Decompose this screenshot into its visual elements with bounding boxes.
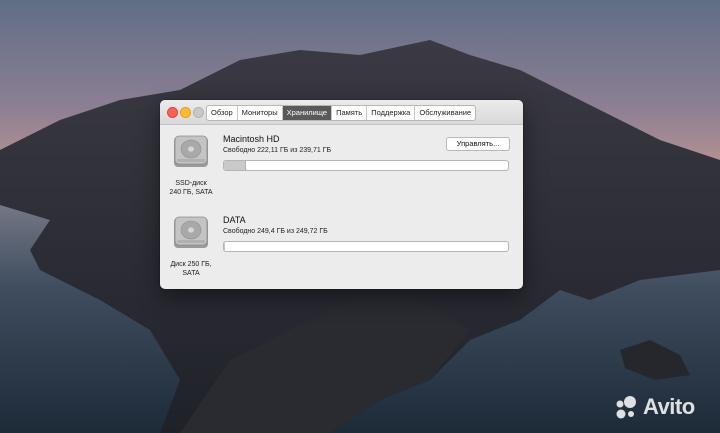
avito-watermark: Avito — [612, 392, 695, 422]
volume-free-space: Свободно 249,4 ГБ из 249,72 ГБ — [223, 228, 328, 235]
volume-free-space: Свободно 222,11 ГБ из 239,71 ГБ — [223, 147, 332, 154]
disk-size-label: SATA — [182, 270, 200, 277]
disk-size-label: 240 ГБ, SATA — [169, 189, 213, 196]
storage-pane: SSD-диск 240 ГБ, SATA Macintosh HD Свобо… — [160, 125, 523, 289]
avito-logo-icon — [616, 396, 636, 419]
ssd-drive-icon — [174, 135, 208, 167]
title-bar: Обзор Мониторы Хранилище Память Поддержк… — [160, 100, 523, 125]
volume-name-macintosh-hd: Macintosh HD — [223, 134, 280, 144]
disk-caption-ssd: SSD-диск 240 ГБ, SATA — [161, 179, 221, 197]
volume-name-data: DATA — [223, 215, 246, 225]
tab-memory[interactable]: Память — [332, 106, 368, 120]
storage-usage-bar-data — [223, 241, 509, 252]
about-this-mac-window: Обзор Мониторы Хранилище Память Поддержк… — [160, 100, 523, 289]
avito-logo-text: Avito — [643, 394, 695, 419]
tab-bar: Обзор Мониторы Хранилище Память Поддержк… — [206, 105, 477, 121]
tab-service[interactable]: Обслуживание — [415, 106, 475, 120]
tab-displays[interactable]: Мониторы — [238, 106, 283, 120]
storage-usage-bar-macintosh-hd — [223, 160, 509, 171]
tab-support[interactable]: Поддержка — [367, 106, 416, 120]
close-window-button[interactable] — [167, 107, 178, 118]
tab-overview[interactable]: Обзор — [207, 106, 238, 120]
zoom-window-button[interactable] — [193, 107, 204, 118]
hard-drive-icon — [174, 216, 208, 248]
storage-used-segment — [224, 161, 246, 170]
disk-type-label: SSD-диск — [175, 180, 207, 187]
disk-caption-hdd: Диск 250 ГБ, SATA — [161, 260, 221, 278]
tab-storage[interactable]: Хранилище — [282, 106, 333, 120]
disk-type-label: Диск 250 ГБ, — [170, 261, 212, 268]
minimize-window-button[interactable] — [180, 107, 191, 118]
manage-button[interactable]: Управлять... — [446, 137, 510, 151]
